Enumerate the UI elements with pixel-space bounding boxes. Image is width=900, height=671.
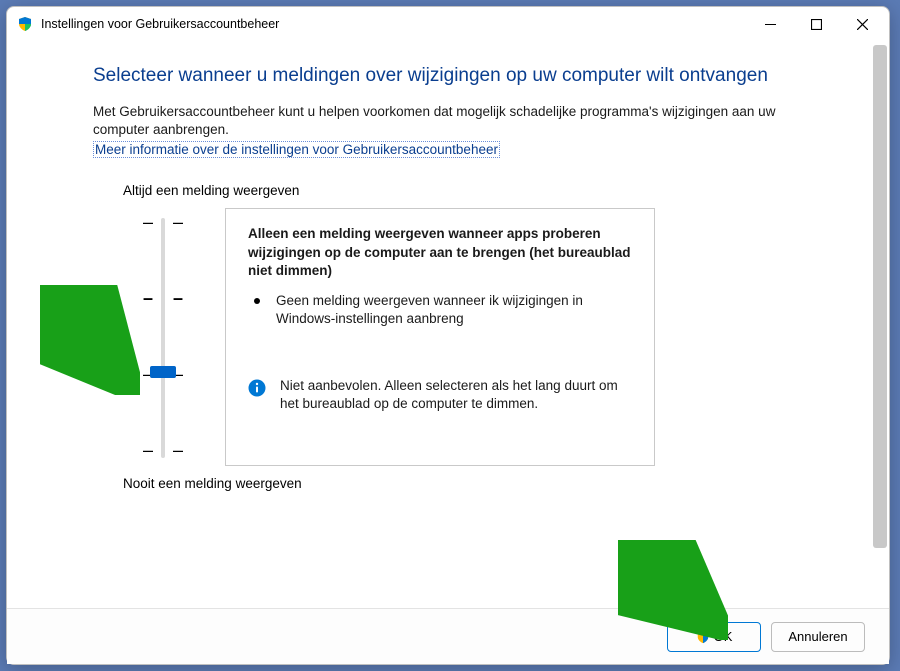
- scrollbar[interactable]: [873, 45, 887, 548]
- cancel-button[interactable]: Annuleren: [771, 622, 865, 652]
- shield-icon: [17, 16, 33, 32]
- close-button[interactable]: [839, 9, 885, 39]
- warning-row: Niet aanbevolen. Alleen selecteren als h…: [248, 377, 636, 413]
- slider-bottom-label: Nooit een melding weergeven: [123, 476, 841, 491]
- slider-thumb[interactable]: [150, 366, 176, 378]
- info-icon: [248, 379, 266, 397]
- description-bullet: Geen melding weergeven wanneer ik wijzig…: [248, 292, 636, 328]
- ok-button-label: OK: [714, 629, 733, 644]
- page-heading: Selecteer wanneer u meldingen over wijzi…: [93, 65, 841, 87]
- warning-text: Niet aanbevolen. Alleen selecteren als h…: [280, 377, 636, 413]
- dialog-footer: OK Annuleren: [7, 608, 889, 664]
- ok-button[interactable]: OK: [667, 622, 761, 652]
- uac-settings-window: Instellingen voor Gebruikersaccountbehee…: [6, 6, 890, 665]
- more-info-link[interactable]: Meer informatie over de instellingen voo…: [93, 141, 500, 158]
- window-title: Instellingen voor Gebruikersaccountbehee…: [41, 17, 279, 31]
- maximize-button[interactable]: [793, 9, 839, 39]
- intro-text: Met Gebruikersaccountbeheer kunt u helpe…: [93, 103, 793, 139]
- description-title: Alleen een melding weergeven wanneer app…: [248, 225, 636, 280]
- cancel-button-label: Annuleren: [788, 629, 847, 644]
- description-bullet-text: Geen melding weergeven wanneer ik wijzig…: [276, 292, 636, 328]
- slider-top-label: Altijd een melding weergeven: [123, 183, 841, 198]
- notification-slider[interactable]: –– –– –– ––: [93, 208, 213, 468]
- bullet-icon: [254, 298, 260, 304]
- description-panel: Alleen een melding weergeven wanneer app…: [225, 208, 655, 466]
- minimize-button[interactable]: [747, 9, 793, 39]
- shield-icon: [696, 630, 710, 644]
- titlebar: Instellingen voor Gebruikersaccountbehee…: [7, 7, 889, 41]
